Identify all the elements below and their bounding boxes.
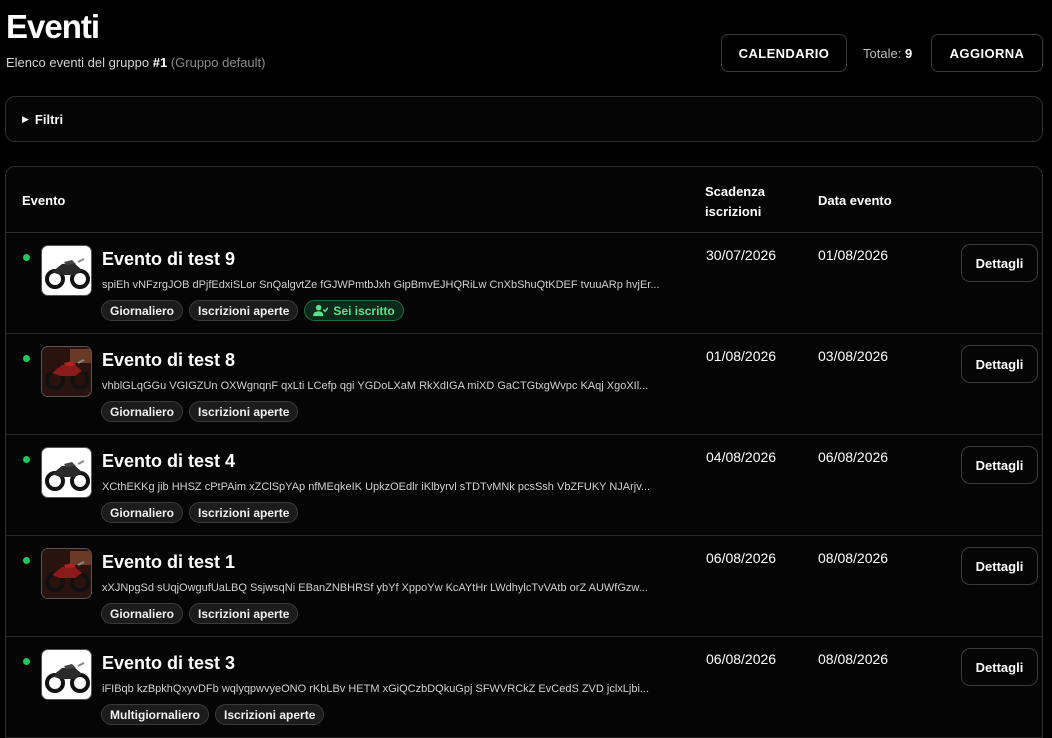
calendar-button[interactable]: CALENDARIO [721,34,847,72]
event-name: Evento di test 8 [102,350,236,370]
event-date: 08/08/2026 [818,550,889,566]
total-count: Totale: 9 [863,46,912,61]
status-dot [23,557,30,564]
group-name: (Gruppo default) [170,55,266,70]
event-name: Evento di test 3 [102,653,236,673]
scadenza-line1: Scadenza [705,184,765,199]
event-name: Evento di test 9 [102,249,236,269]
table-row: Evento di test 3 iFIBqb kzBpkhQxyvDFb wql… [6,637,1042,738]
event-image [41,649,92,700]
event-badge: Giornaliero [101,502,184,523]
event-badge: Iscrizioni aperte [215,704,325,725]
event-image [41,245,92,296]
column-header-scadenza: Scadenza iscrizioni [705,182,785,222]
event-badges: Giornaliero Iscrizioni aperte Sei iscritto [101,300,404,321]
details-button[interactable]: Dettagli [961,547,1038,585]
event-description: xXJNpgSd sUqjOwgufUaLBQ SsjwsqNi EBanZNB… [102,582,648,594]
event-date: 06/08/2026 [818,449,889,465]
column-header-evento: Evento [22,193,66,208]
enrolled-badge: Sei iscritto [304,300,404,321]
details-button[interactable]: Dettagli [961,446,1038,484]
total-value: 9 [904,46,913,61]
subtitle-prefix: Elenco eventi del gruppo [6,55,150,70]
event-name: Evento di test 4 [102,451,236,471]
event-date: 01/08/2026 [818,247,889,263]
table-row: Evento di test 4 XCthEKKg jib HHSZ cPtPAi… [6,435,1042,536]
event-image [41,548,92,599]
page-subtitle: Elenco eventi del gruppo #1 (Gruppo defa… [6,55,266,70]
details-button[interactable]: Dettagli [961,345,1038,383]
user-check-icon [313,304,329,317]
event-badge: Giornaliero [101,603,184,624]
table-row: Evento di test 8 vhblGLqGGu VGIGZUn OXWgn… [6,334,1042,435]
filters-toggle[interactable]: ▶ Filtri [5,96,1043,142]
table-header: Evento Scadenza iscrizioni Data evento [6,167,1042,233]
event-description: spiEh vNFzrgJOB dPjfEdxiSLor SnQalgvtZe … [102,279,660,291]
status-dot [23,658,30,665]
details-button[interactable]: Dettagli [961,244,1038,282]
registration-deadline: 01/08/2026 [706,348,777,364]
filters-label: Filtri [34,111,64,127]
event-badges: Giornaliero Iscrizioni aperte [101,401,299,422]
event-badges: Giornaliero Iscrizioni aperte [101,502,299,523]
event-badge: Iscrizioni aperte [189,603,299,624]
event-image [41,447,92,498]
scadenza-line2: iscrizioni [705,204,762,219]
event-badge: Giornaliero [101,300,184,321]
status-dot [23,355,30,362]
event-date: 08/08/2026 [818,651,889,667]
event-badge: Giornaliero [101,401,184,422]
events-table: Evento Scadenza iscrizioni Data evento E… [5,166,1043,738]
table-row: Evento di test 9 spiEh vNFzrgJOB dPjfEdxi… [6,233,1042,334]
event-name: Evento di test 1 [102,552,236,572]
expand-triangle-icon: ▶ [22,113,29,124]
event-badge: Multigiornaliero [101,704,209,725]
total-label: Totale: [863,46,902,61]
event-description: iFIBqb kzBpkhQxyvDFb wqlyqpwvyeONO rKbLB… [102,683,650,695]
refresh-button[interactable]: AGGIORNA [931,34,1043,72]
group-id: #1 [152,55,168,70]
event-badge: Iscrizioni aperte [189,502,299,523]
event-image [41,346,92,397]
event-description: XCthEKKg jib HHSZ cPtPAim xZClSpYAp nfME… [102,481,651,493]
event-description: vhblGLqGGu VGIGZUn OXWgnqnF qxLti LCefp … [102,380,649,392]
details-button[interactable]: Dettagli [961,648,1038,686]
event-date: 03/08/2026 [818,348,889,364]
event-badge: Iscrizioni aperte [189,300,299,321]
page-title: Eventi [6,8,100,45]
column-header-data-evento: Data evento [818,193,892,208]
event-badges: Giornaliero Iscrizioni aperte [101,603,299,624]
status-dot [23,456,30,463]
registration-deadline: 06/08/2026 [706,550,777,566]
enrolled-label: Sei iscritto [333,303,395,318]
registration-deadline: 30/07/2026 [706,247,777,263]
registration-deadline: 06/08/2026 [706,651,777,667]
event-badge: Iscrizioni aperte [189,401,299,422]
event-badges: Multigiornaliero Iscrizioni aperte [101,704,325,725]
table-row: Evento di test 1 xXJNpgSd sUqjOwgufUaLBQ … [6,536,1042,637]
registration-deadline: 04/08/2026 [706,449,777,465]
status-dot [23,254,30,261]
